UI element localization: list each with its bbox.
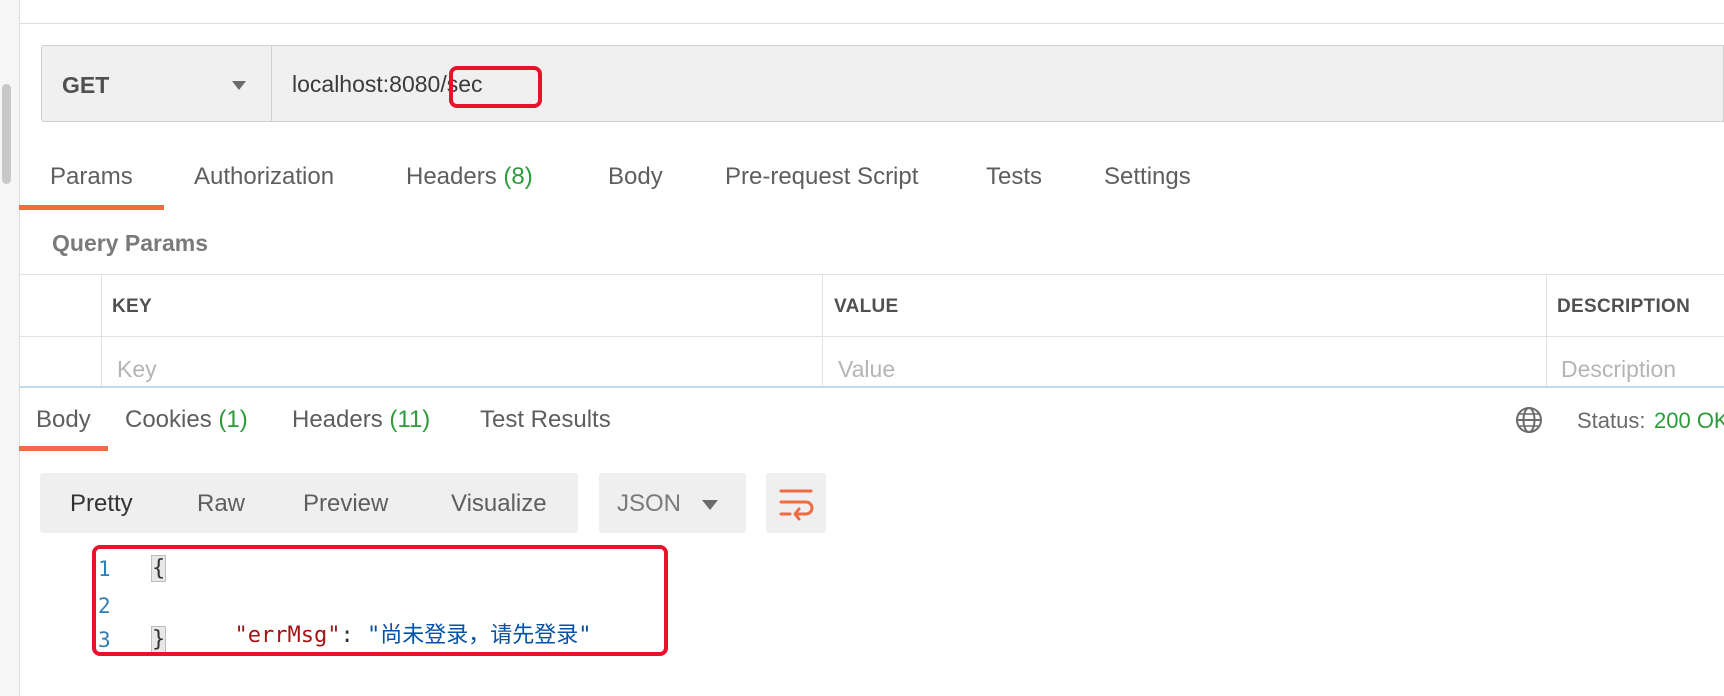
method-select[interactable]: GET — [41, 45, 271, 122]
tab-headers[interactable]: Headers (8) — [406, 163, 533, 191]
mode-raw-button[interactable]: Raw — [197, 490, 245, 518]
word-wrap-icon — [779, 489, 814, 521]
dropdown-caret-icon — [232, 81, 246, 90]
table-col-divider — [1546, 274, 1547, 386]
status-value[interactable]: 200 OK — [1654, 408, 1724, 434]
key-input[interactable]: Key — [117, 356, 157, 383]
format-value: JSON — [617, 490, 682, 517]
view-mode-group: Pretty Raw Preview Visualize — [40, 473, 578, 533]
column-header-key: KEY — [112, 296, 152, 317]
mode-preview-button[interactable]: Preview — [303, 490, 388, 518]
response-divider[interactable] — [19, 386, 1724, 388]
dropdown-caret-icon — [702, 500, 718, 510]
tab-tests[interactable]: Tests — [986, 163, 1042, 191]
mode-pretty-button[interactable]: Pretty — [70, 490, 133, 518]
response-headers-count: (11) — [389, 406, 431, 433]
tab-settings[interactable]: Settings — [1104, 163, 1191, 191]
value-input[interactable]: Value — [838, 356, 895, 383]
table-top-border — [19, 274, 1724, 275]
tab-body[interactable]: Body — [608, 163, 663, 191]
active-tab-indicator — [19, 205, 164, 210]
table-header-border — [19, 336, 1724, 337]
tab-params[interactable]: Params — [50, 163, 133, 191]
cookies-count: (1) — [218, 406, 248, 433]
scrollbar-thumb[interactable] — [2, 84, 11, 184]
method-value: GET — [62, 72, 110, 98]
column-header-value: VALUE — [834, 296, 899, 317]
mode-visualize-button[interactable]: Visualize — [451, 490, 547, 518]
status-label: Status: — [1577, 408, 1646, 433]
active-response-tab-indicator — [19, 446, 108, 451]
response-tab-cookies[interactable]: Cookies (1) — [125, 406, 248, 434]
response-tab-test-results[interactable]: Test Results — [480, 406, 611, 434]
table-col-divider — [822, 274, 823, 386]
tab-pre-request-script[interactable]: Pre-request Script — [725, 163, 918, 191]
response-body-highlight — [92, 545, 668, 656]
format-select[interactable]: JSON — [599, 473, 746, 533]
column-header-description: DESCRIPTION — [1557, 296, 1691, 317]
word-wrap-button[interactable] — [766, 473, 826, 533]
tab-authorization[interactable]: Authorization — [194, 163, 334, 191]
section-title: Query Params — [52, 230, 208, 256]
globe-icon[interactable] — [1514, 405, 1544, 435]
response-tab-body[interactable]: Body — [36, 406, 91, 434]
response-tab-headers[interactable]: Headers (11) — [292, 406, 430, 434]
description-input[interactable]: Description — [1561, 356, 1676, 383]
table-col-divider — [101, 274, 102, 386]
url-path-highlight — [449, 66, 542, 108]
top-divider — [19, 23, 1724, 24]
headers-count: (8) — [503, 163, 533, 190]
